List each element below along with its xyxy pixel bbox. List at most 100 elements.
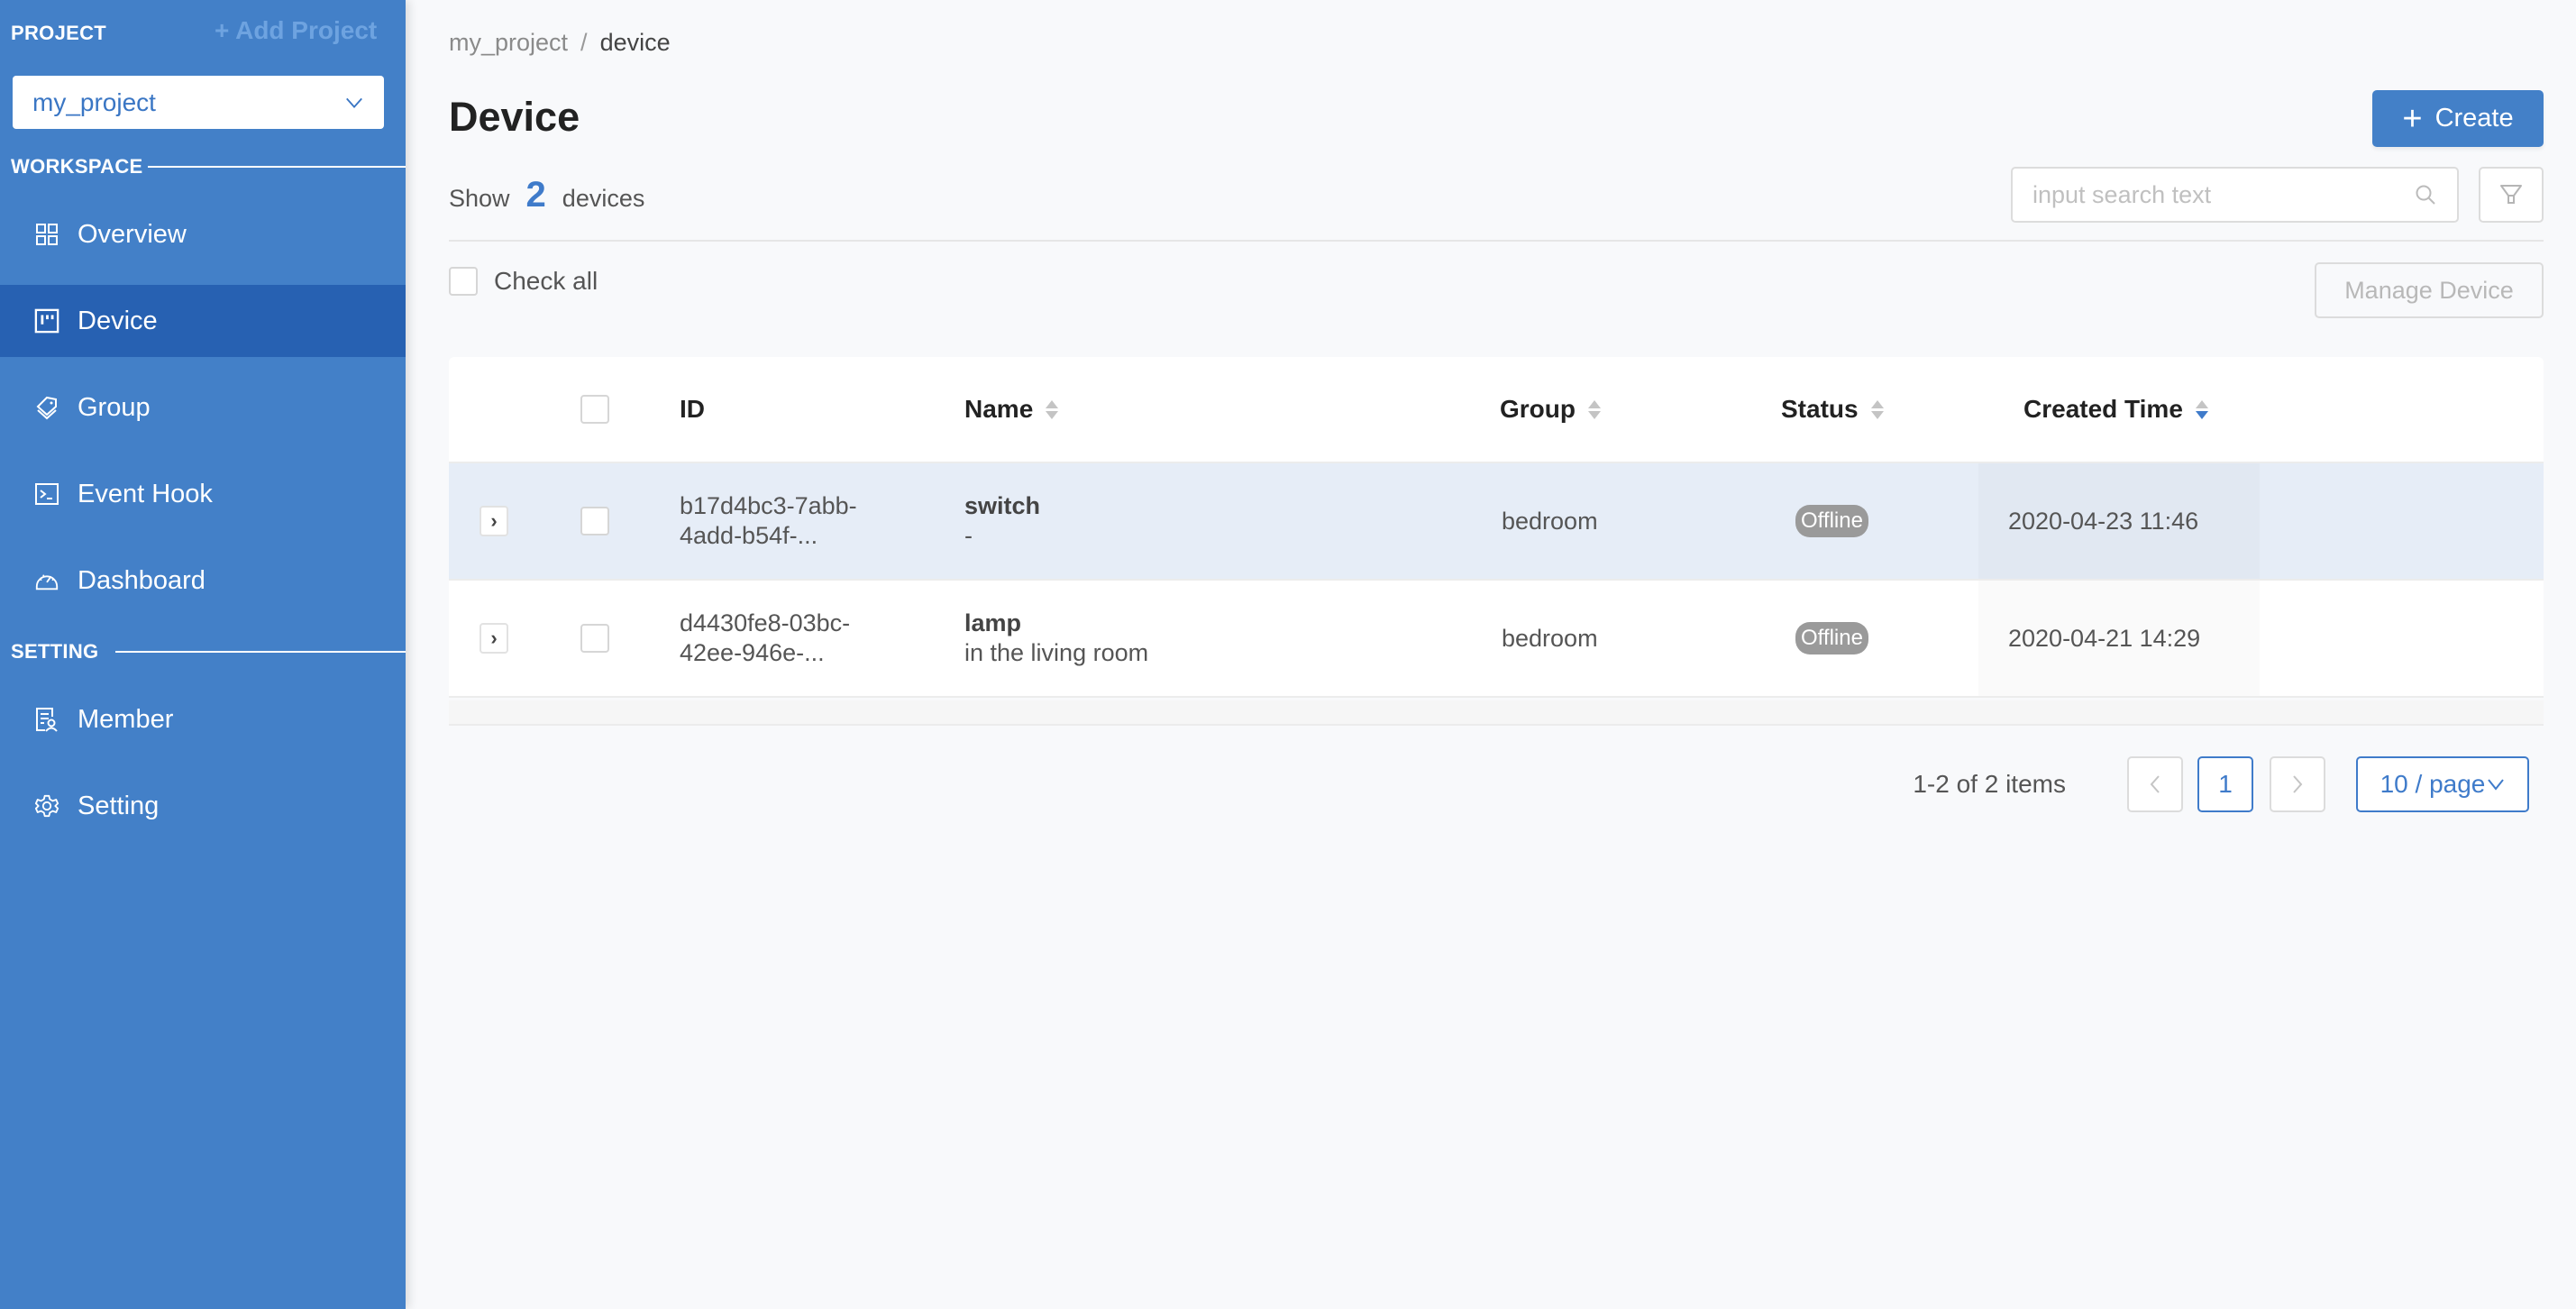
check-all-label: Check all: [494, 267, 598, 295]
check-all-checkbox[interactable]: Check all: [449, 267, 598, 296]
sidebar-item-label: Event Hook: [78, 479, 213, 508]
device-name[interactable]: lamp: [964, 609, 1021, 638]
pagination-total: 1-2 of 2 items: [1913, 770, 2066, 798]
status-badge: Offline: [1795, 622, 1868, 654]
device-description: in the living room: [964, 639, 1149, 666]
breadcrumb-item-project[interactable]: my_project: [449, 29, 568, 56]
add-project-button[interactable]: + Add Project: [215, 16, 377, 45]
status-badge: Offline: [1795, 505, 1868, 537]
search-input[interactable]: [2032, 180, 2414, 209]
device-group: bedroom: [1502, 624, 1598, 652]
device-count-summary: Show 2 devices: [449, 175, 644, 215]
breadcrumb: my_project / device: [449, 29, 671, 57]
sidebar-item-event-hook[interactable]: Event Hook: [0, 458, 406, 530]
column-header-group[interactable]: Group: [1500, 357, 1601, 462]
device-id-line: 4add-b54f-...: [680, 522, 818, 549]
sidebar-item-label: Dashboard: [78, 565, 206, 595]
workspace-divider: [148, 166, 406, 168]
chevron-down-icon: [346, 97, 362, 108]
toolbar-divider: [449, 240, 2544, 242]
member-icon: [34, 707, 59, 732]
column-label: Name: [964, 395, 1034, 423]
select-all-rows-checkbox[interactable]: [580, 395, 609, 424]
table-row[interactable]: › d4430fe8-03bc- 42ee-946e-... lamp in t…: [449, 581, 2544, 698]
device-id-cell: d4430fe8-03bc- 42ee-946e-...: [680, 581, 850, 696]
show-suffix: devices: [562, 185, 645, 212]
device-name[interactable]: switch: [964, 491, 1040, 521]
project-select-value: my_project: [32, 87, 156, 116]
breadcrumb-item-current: device: [599, 29, 671, 56]
terminal-icon: [34, 481, 59, 507]
expand-row-button[interactable]: ›: [480, 506, 508, 536]
sidebar-item-setting[interactable]: Setting: [0, 770, 406, 842]
sidebar-item-label: Setting: [78, 791, 160, 820]
table-horizontal-scrollbar[interactable]: [449, 700, 2544, 726]
page-size-select[interactable]: 10 / page: [2356, 756, 2529, 812]
sort-icon[interactable]: [1046, 399, 1059, 419]
device-group: bedroom: [1502, 507, 1598, 535]
breadcrumb-separator: /: [580, 29, 588, 56]
column-header-created-time[interactable]: Created Time: [2023, 357, 2208, 462]
sidebar-item-label: Member: [78, 704, 174, 734]
column-label: Group: [1500, 395, 1576, 423]
sidebar-item-member[interactable]: Member: [0, 683, 406, 755]
device-table: ID Name Group Status Created Time › b17d…: [449, 357, 2544, 698]
device-id-line: 42ee-946e-...: [680, 639, 825, 666]
sidebar-item-label: Group: [78, 392, 151, 422]
sidebar-item-device[interactable]: Device: [0, 285, 406, 357]
sidebar-item-overview[interactable]: Overview: [0, 198, 406, 270]
column-label: Created Time: [2023, 395, 2183, 423]
expand-row-button[interactable]: ›: [480, 623, 508, 654]
device-name-cell: switch -: [964, 463, 1040, 579]
project-select[interactable]: my_project: [13, 76, 384, 129]
column-header-name[interactable]: Name: [964, 357, 1059, 462]
workspace-section-label: WORKSPACE: [11, 155, 143, 178]
chevron-down-icon: [2488, 779, 2505, 791]
sidebar-item-dashboard[interactable]: Dashboard: [0, 545, 406, 617]
setting-section-label: SETTING: [11, 640, 99, 663]
sidebar-item-label: Device: [78, 306, 158, 335]
device-count: 2: [525, 175, 546, 215]
device-id-cell: b17d4bc3-7abb- 4add-b54f-...: [680, 463, 857, 579]
created-time: 2020-04-21 14:29: [2008, 624, 2201, 652]
sidebar: PROJECT + Add Project my_project WORKSPA…: [0, 0, 406, 1309]
filter-button[interactable]: [2479, 167, 2544, 223]
table-row[interactable]: › b17d4bc3-7abb- 4add-b54f-... switch - …: [449, 463, 2544, 581]
device-id-line: d4430fe8-03bc-: [680, 609, 851, 636]
pagination: 1-2 of 2 items 1 10 / page: [406, 756, 2544, 812]
row-checkbox[interactable]: [580, 507, 609, 536]
tags-icon: [34, 395, 59, 420]
grid-icon: [34, 222, 59, 247]
project-section-label: PROJECT: [11, 22, 107, 44]
created-time: 2020-04-23 11:46: [2008, 507, 2199, 535]
page-title: Device: [449, 94, 580, 140]
manage-device-button[interactable]: Manage Device: [2315, 262, 2544, 318]
sort-icon[interactable]: [1870, 399, 1884, 419]
create-label: Create: [2434, 104, 2514, 133]
sort-icon-descend[interactable]: [2195, 399, 2208, 419]
prev-page-button[interactable]: [2127, 756, 2183, 812]
sidebar-item-group[interactable]: Group: [0, 371, 406, 444]
search-icon[interactable]: [2414, 183, 2437, 206]
setting-divider: [115, 651, 406, 653]
chevron-left-icon: [2150, 775, 2160, 793]
column-header-id: ID: [680, 395, 705, 423]
next-page-button[interactable]: [2270, 756, 2325, 812]
plus-icon: +: [2402, 99, 2423, 138]
device-id-line: b17d4bc3-7abb-: [680, 492, 857, 519]
main-content: my_project / device Device Show 2 devices …: [406, 0, 2576, 1309]
create-button[interactable]: + Create: [2372, 90, 2544, 147]
table-header: ID Name Group Status Created Time: [449, 357, 2544, 463]
search-box: [2011, 167, 2459, 223]
checkbox[interactable]: [449, 267, 478, 296]
filter-icon: [2500, 185, 2522, 204]
device-name-cell: lamp in the living room: [964, 581, 1148, 696]
dashboard-gauge-icon: [34, 568, 59, 593]
page-button-current[interactable]: 1: [2197, 756, 2253, 812]
gear-icon: [34, 793, 59, 819]
show-prefix: Show: [449, 185, 510, 212]
page-size-value: 10 / page: [2380, 770, 2486, 798]
column-header-status[interactable]: Status: [1781, 357, 1884, 462]
sort-icon[interactable]: [1588, 399, 1601, 419]
row-checkbox[interactable]: [580, 624, 609, 653]
